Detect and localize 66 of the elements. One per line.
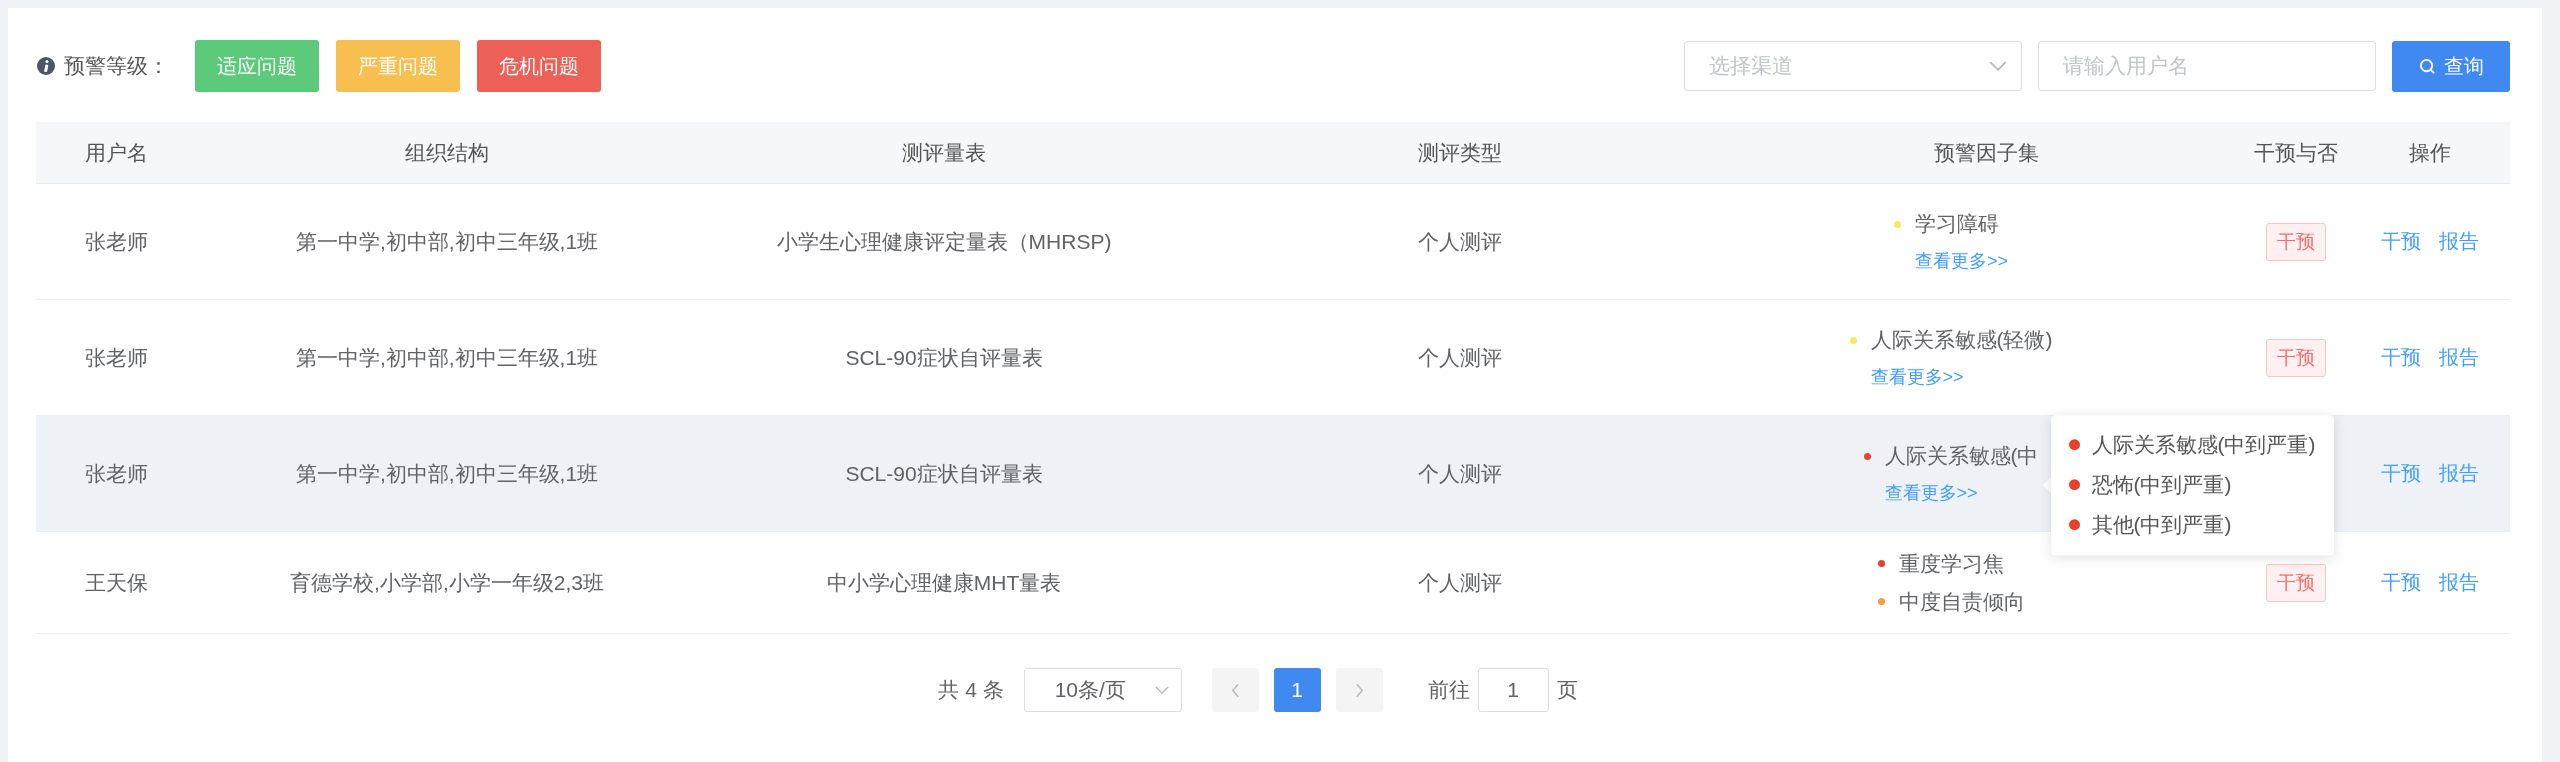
column-header: 用户名 — [84, 139, 148, 166]
warning-level-button[interactable]: 严重问题 — [336, 40, 460, 92]
column-header: 操作 — [2409, 139, 2451, 166]
next-page-button[interactable] — [1335, 668, 1383, 712]
chevron-down-icon — [1989, 60, 2007, 72]
page-button[interactable]: 1 — [1273, 668, 1321, 712]
search-icon — [2418, 57, 2436, 75]
intervention-tag: 干预 — [2266, 563, 2326, 602]
table-cell-text: 王天保 — [84, 569, 148, 596]
table-cell-text: 张老师 — [84, 344, 148, 371]
info-icon — [36, 56, 56, 76]
table-cell-text: 育德学校,小学部,小学一年级2,3班 — [290, 569, 604, 596]
table-cell-text: SCL-90症状自评量表 — [845, 460, 1043, 487]
action-link[interactable]: 干预 — [2381, 344, 2421, 371]
action-link[interactable]: 报告 — [2439, 228, 2479, 255]
chevron-left-icon — [1230, 682, 1240, 698]
factor-text: 人际关系敏感(轻微) — [1870, 327, 2053, 353]
column-header: 组织结构 — [405, 139, 489, 166]
action-link[interactable]: 报告 — [2439, 569, 2479, 596]
action-link[interactable]: 干预 — [2381, 228, 2421, 255]
table-cell-text: 第一中学,初中部,初中三年级,1班 — [295, 460, 599, 487]
table-cell-text: 小学生心理健康评定量表（MHRSP) — [776, 228, 1112, 255]
table-cell-text: 个人测评 — [1418, 228, 1502, 255]
factor-text: 重度学习焦 — [1898, 550, 2004, 577]
warning-level-button[interactable]: 适应问题 — [195, 40, 319, 92]
column-header: 干预与否 — [2254, 139, 2338, 166]
channel-select[interactable]: 选择渠道 — [1684, 41, 2022, 91]
view-more-link[interactable]: 查看更多>> — [1870, 367, 1964, 387]
view-more-link[interactable]: 查看更多>> — [1884, 483, 1978, 503]
table-cell-text: 张老师 — [84, 460, 148, 487]
action-link[interactable]: 干预 — [2381, 460, 2421, 487]
column-header: 测评量表 — [902, 139, 986, 166]
factor-text: 学习障碍 — [1915, 211, 1999, 237]
action-link[interactable]: 干预 — [2381, 569, 2421, 596]
column-header: 预警因子集 — [1933, 139, 2039, 166]
goto-page-input[interactable]: 1 — [1477, 668, 1549, 712]
intervention-tag: 干预 — [2266, 222, 2326, 261]
column-header: 测评类型 — [1418, 139, 1502, 166]
table-cell-text: SCL-90症状自评量表 — [845, 344, 1043, 371]
action-link[interactable]: 报告 — [2439, 460, 2479, 487]
table-cell-text: 个人测评 — [1418, 569, 1502, 596]
factor-text: 恐怖(中到严重) — [2091, 471, 2232, 498]
table-cell-text: 第一中学,初中部,初中三年级,1班 — [295, 228, 599, 255]
page-suffix: 页 — [1556, 677, 1578, 703]
warning-level-button[interactable]: 危机问题 — [477, 40, 601, 92]
table-cell-text: 张老师 — [84, 228, 148, 255]
view-more-link[interactable]: 查看更多>> — [1915, 251, 2008, 271]
warning-level-label: 预警等级： — [64, 53, 169, 79]
chevron-right-icon — [1354, 682, 1364, 698]
search-button[interactable]: 查询 — [2392, 40, 2510, 92]
table-cell-text: 中小学心理健康MHT量表 — [826, 569, 1062, 596]
username-input[interactable]: 请输入用户名 — [2038, 41, 2376, 91]
chevron-down-icon — [1154, 685, 1169, 695]
action-link[interactable]: 报告 — [2439, 344, 2479, 371]
intervention-tag: 干预 — [2266, 338, 2326, 377]
table-cell-text: 个人测评 — [1418, 344, 1502, 371]
table-cell-text: 第一中学,初中部,初中三年级,1班 — [295, 344, 599, 371]
factor-text: 中度自责倾向 — [1898, 588, 2025, 615]
table-cell-text: 个人测评 — [1418, 460, 1502, 487]
goto-label: 前往 — [1427, 677, 1470, 703]
factor-text: 人际关系敏感(中 — [1884, 443, 2039, 469]
page-size-select[interactable]: 10条/页 — [1023, 668, 1182, 712]
previous-page-button[interactable] — [1211, 668, 1259, 712]
factor-text: 人际关系敏感(中到严重) — [2091, 431, 2316, 458]
factor-text: 其他(中到严重) — [2091, 511, 2232, 538]
total-count: 共 4 条 — [938, 677, 1004, 703]
